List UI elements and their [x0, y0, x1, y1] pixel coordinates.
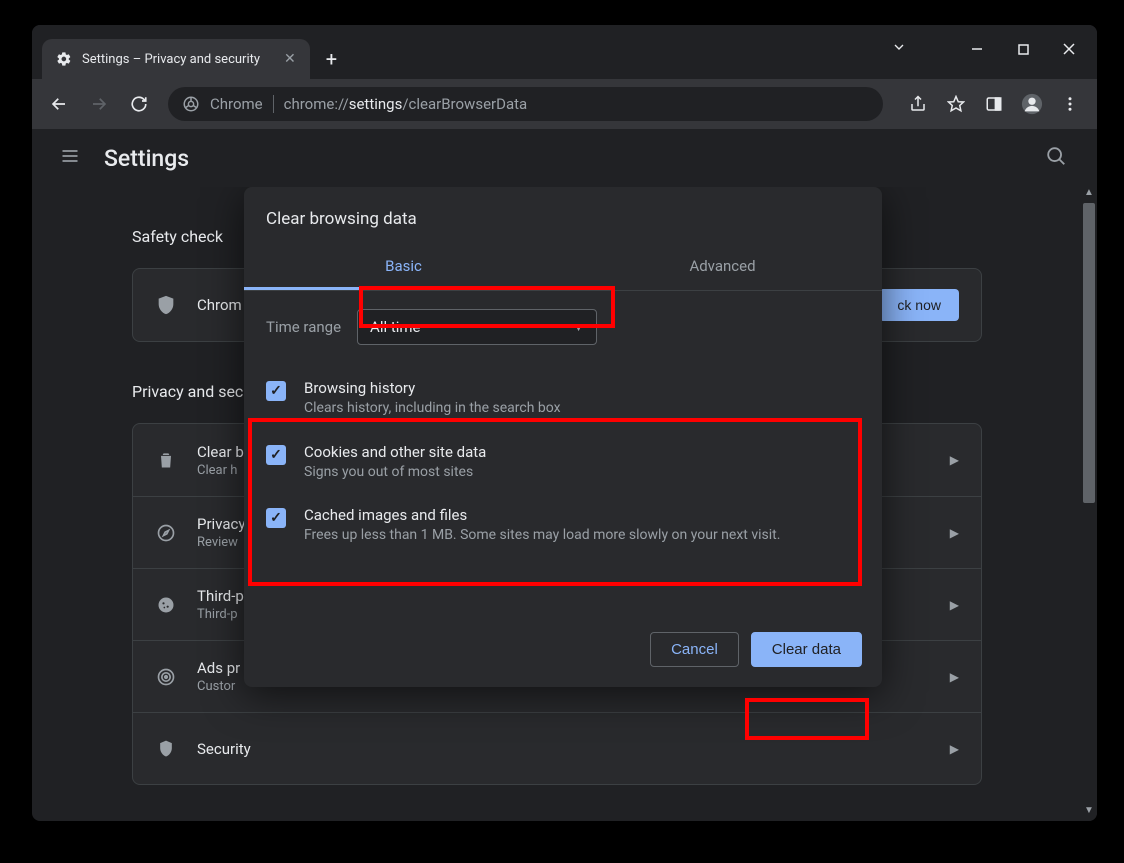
clear-data-button[interactable]: Clear data [751, 632, 862, 667]
check-cached[interactable]: ✓ Cached images and files Frees up less … [266, 494, 860, 558]
menu-icon[interactable] [1053, 87, 1087, 121]
checkbox-icon[interactable]: ✓ [266, 445, 286, 465]
tab-dropdown-icon[interactable] [891, 39, 907, 59]
forward-button[interactable] [82, 87, 116, 121]
minimize-button[interactable] [955, 33, 999, 65]
shield-icon [155, 294, 177, 316]
scroll-down-icon[interactable]: ▼ [1081, 805, 1097, 821]
new-tab-button[interactable]: + [326, 39, 337, 79]
time-range-select[interactable]: All time ▼ [357, 309, 597, 345]
safety-text: Chrom [197, 296, 242, 314]
compass-icon [155, 523, 177, 543]
omnibox-url: chrome://settings/clearBrowserData [284, 95, 528, 113]
vertical-scrollbar[interactable]: ▲ ▼ [1081, 187, 1097, 821]
search-icon[interactable] [1045, 145, 1067, 171]
chevron-right-icon: ▶ [950, 526, 959, 540]
clear-data-dialog: Clear browsing data Basic Advanced Time … [244, 187, 882, 687]
caret-down-icon: ▼ [573, 321, 584, 334]
page-title: Settings [104, 145, 189, 172]
browser-window: Settings – Privacy and security ✕ + Chro… [32, 25, 1097, 821]
window-controls [955, 33, 1091, 65]
reload-button[interactable] [122, 87, 156, 121]
bookmark-icon[interactable] [939, 87, 973, 121]
chevron-right-icon: ▶ [950, 598, 959, 612]
time-range-label: Time range [266, 318, 341, 336]
trash-icon [155, 450, 177, 470]
omnibox-prefix: Chrome [210, 95, 263, 113]
scroll-up-icon[interactable]: ▲ [1081, 187, 1097, 203]
chevron-right-icon: ▶ [950, 453, 959, 467]
address-bar[interactable]: Chrome chrome://settings/clearBrowserDat… [168, 87, 883, 121]
checkbox-icon[interactable]: ✓ [266, 381, 286, 401]
chevron-right-icon: ▶ [950, 742, 959, 756]
target-icon [155, 667, 177, 687]
tab-close-icon[interactable]: ✕ [284, 51, 296, 67]
sidepanel-icon[interactable] [977, 87, 1011, 121]
gear-icon [56, 51, 72, 67]
settings-content: Safety check Chrom ck now Privacy and se… [32, 187, 1097, 821]
toolbar-right [901, 87, 1087, 121]
tab-basic[interactable]: Basic [244, 245, 563, 290]
scroll-thumb[interactable] [1083, 203, 1095, 503]
close-button[interactable] [1047, 33, 1091, 65]
profile-icon[interactable] [1015, 87, 1049, 121]
maximize-button[interactable] [1001, 33, 1045, 65]
check-cookies[interactable]: ✓ Cookies and other site data Signs you … [266, 431, 860, 495]
omnibox-divider [273, 95, 274, 113]
cookie-icon [155, 595, 177, 615]
check-browsing-history[interactable]: ✓ Browsing history Clears history, inclu… [266, 367, 860, 431]
tab-advanced[interactable]: Advanced [563, 245, 882, 290]
lock-shield-icon [155, 739, 177, 759]
check-now-button[interactable]: ck now [879, 289, 959, 321]
back-button[interactable] [42, 87, 76, 121]
row-security[interactable]: Security ▶ [133, 712, 981, 784]
time-range-value: All time [370, 318, 420, 336]
dialog-title: Clear browsing data [244, 187, 882, 245]
titlebar: Settings – Privacy and security ✕ + [32, 25, 1097, 79]
tab-title: Settings – Privacy and security [82, 52, 260, 67]
checkbox-icon[interactable]: ✓ [266, 508, 286, 528]
share-icon[interactable] [901, 87, 935, 121]
dialog-tabs: Basic Advanced [244, 245, 882, 291]
chrome-logo-icon [182, 95, 200, 113]
toolbar: Chrome chrome://settings/clearBrowserDat… [32, 79, 1097, 129]
hamburger-icon[interactable] [60, 146, 80, 171]
browser-tab[interactable]: Settings – Privacy and security ✕ [42, 39, 310, 79]
settings-header: Settings [32, 129, 1097, 187]
chevron-right-icon: ▶ [950, 670, 959, 684]
cancel-button[interactable]: Cancel [650, 632, 739, 667]
